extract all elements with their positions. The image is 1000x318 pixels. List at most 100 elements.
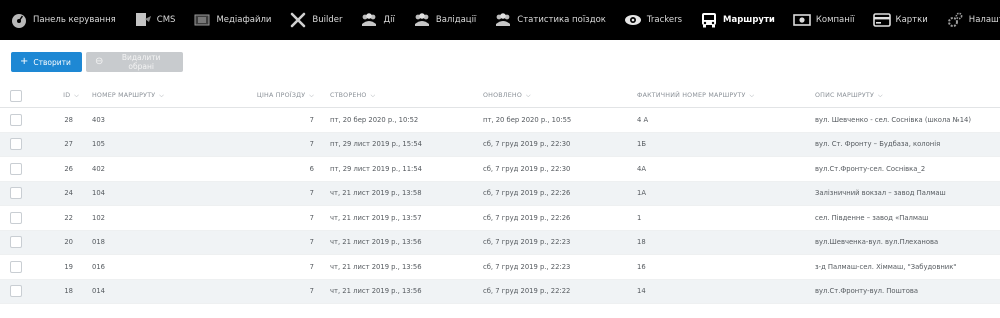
nav-item[interactable]: Маршрути xyxy=(690,0,783,40)
column-header-route-number[interactable]: НОМЕР МАРШРУТУ ⌵ xyxy=(92,84,164,107)
nav-item[interactable]: Валідації xyxy=(403,0,484,40)
top-navigation: Панель керування CMS Медіафайли Builder Дії В… xyxy=(0,0,1000,40)
cell-created: пт, 29 лист 2019 р., 15:54 xyxy=(330,140,422,149)
cell-id: 27 xyxy=(64,140,73,149)
cell-price: 7 xyxy=(309,213,314,222)
nav-item-label: Дії xyxy=(383,15,395,25)
nav-item-label: Компанії xyxy=(815,15,855,25)
column-header-updated[interactable]: ОНОВЛЕНО ⌵ xyxy=(483,84,531,107)
table-header: ID ⌵ НОМЕР МАРШРУТУ ⌵ ЦІНА ПРОЇЗДУ ⌵ СТВОРЕ… xyxy=(0,84,1000,108)
column-header-route-number-label: НОМЕР МАРШРУТУ xyxy=(92,92,156,99)
cell-updated: сб, 7 груд 2019 р., 22:26 xyxy=(483,213,571,222)
row-checkbox[interactable] xyxy=(10,138,22,151)
list-toolbar: + Створити ⊖ Видалити обрані xyxy=(11,52,183,72)
cell-updated: пт, 20 бер 2020 р., 10:55 xyxy=(483,115,572,124)
cell-id: 26 xyxy=(64,164,73,173)
cell-description: з-д Палмаш-сел. Хіммаш, "Забудовник" xyxy=(815,262,957,271)
nav-item-label: Медіафайли xyxy=(216,15,272,25)
nav-item[interactable]: Картки xyxy=(863,0,936,40)
nav-item[interactable]: Панель керування xyxy=(0,0,124,40)
nav-item[interactable]: Компанії xyxy=(783,0,863,40)
nav-item-label: Trackers xyxy=(646,15,683,25)
cell-updated: сб, 7 груд 2019 р., 22:30 xyxy=(483,164,571,173)
nav-item-label: Панель керування xyxy=(33,15,116,25)
select-all-checkbox[interactable] xyxy=(10,89,22,102)
delete-selected-label: Видалити обрані xyxy=(121,53,161,71)
cell-id: 19 xyxy=(64,262,73,271)
nav-item[interactable]: Builder xyxy=(279,0,350,40)
cell-route-number: 018 xyxy=(92,238,105,247)
table-row[interactable]: 26 402 6 пт, 29 лист 2019 р., 11:54 сб, 7 гр… xyxy=(0,157,1000,182)
cell-actual-number: 18 xyxy=(637,238,646,247)
cell-actual-number: 14 xyxy=(637,287,646,296)
cell-id: 20 xyxy=(64,238,73,247)
cell-description: сел. Південне – завод «Палмаш xyxy=(815,213,929,222)
cell-actual-number: 1Б xyxy=(637,140,646,149)
table-row[interactable]: 20 018 7 чт, 21 лист 2019 р., 13:56 сб, 7 гр… xyxy=(0,230,1000,255)
cell-price: 7 xyxy=(309,140,314,149)
routes-table: ID ⌵ НОМЕР МАРШРУТУ ⌵ ЦІНА ПРОЇЗДУ ⌵ СТВОРЕ… xyxy=(0,84,1000,304)
row-checkbox[interactable] xyxy=(10,113,22,126)
row-checkbox[interactable] xyxy=(10,236,22,249)
users-icon xyxy=(494,11,512,29)
eye-icon xyxy=(624,11,642,29)
nav-item[interactable]: Trackers xyxy=(614,0,690,40)
row-select-cell xyxy=(10,108,22,132)
row-checkbox[interactable] xyxy=(10,260,22,273)
table-body: 28 403 7 пт, 20 бер 2020 р., 10:52 пт, 20 бе… xyxy=(0,108,1000,304)
nav-item[interactable]: Медіафайли xyxy=(183,0,279,40)
nav-item[interactable]: Налаштування xyxy=(936,0,1000,40)
table-row[interactable]: 19 016 7 чт, 21 лист 2019 р., 13:56 сб, 7 гр… xyxy=(0,255,1000,280)
nav-item-label: Маршрути xyxy=(723,15,775,25)
table-row[interactable]: 22 102 7 чт, 21 лист 2019 р., 13:57 сб, 7 гр… xyxy=(0,206,1000,231)
cell-created: чт, 21 лист 2019 р., 13:56 xyxy=(330,238,422,247)
cell-price: 7 xyxy=(309,115,314,124)
users-icon xyxy=(413,11,431,29)
table-row[interactable]: 27 105 7 пт, 29 лист 2019 р., 15:54 сб, 7 гр… xyxy=(0,132,1000,157)
table-row[interactable]: 28 403 7 пт, 20 бер 2020 р., 10:52 пт, 20 бе… xyxy=(0,108,1000,133)
select-all-cell xyxy=(10,84,22,107)
cell-price: 7 xyxy=(309,189,314,198)
cell-description: Залізничний вокзал – завод Палмаш xyxy=(815,189,946,198)
plus-icon: + xyxy=(20,56,29,67)
column-header-actual-number-label: ФАКТИЧНИЙ НОМЕР МАРШРУТУ xyxy=(637,92,746,99)
nav-item-label: Статистика поїздок xyxy=(517,15,606,25)
cell-actual-number: 1А xyxy=(637,189,646,198)
table-row[interactable]: 24 104 7 чт, 21 лист 2019 р., 13:58 сб, 7 гр… xyxy=(0,181,1000,206)
nav-item[interactable]: Дії xyxy=(350,0,402,40)
cell-created: чт, 21 лист 2019 р., 13:56 xyxy=(330,262,422,271)
nav-item-label: Налаштування xyxy=(968,15,1000,25)
nav-item[interactable]: CMS xyxy=(124,0,184,40)
cell-actual-number: 4А xyxy=(637,164,646,173)
cell-created: чт, 21 лист 2019 р., 13:58 xyxy=(330,189,422,198)
row-checkbox[interactable] xyxy=(10,285,22,298)
cell-route-number: 403 xyxy=(92,115,105,124)
column-header-description[interactable]: ОПИС МАРШРУТУ ⌵ xyxy=(815,84,883,107)
column-header-actual-number[interactable]: ФАКТИЧНИЙ НОМЕР МАРШРУТУ ⌵ xyxy=(637,84,754,107)
media-icon xyxy=(193,11,211,29)
dashboard-icon xyxy=(10,11,28,29)
cell-id: 28 xyxy=(64,115,73,124)
cell-id: 18 xyxy=(64,287,73,296)
chevron-down-icon: ⌵ xyxy=(878,91,883,99)
row-checkbox[interactable] xyxy=(10,211,22,224)
column-header-created[interactable]: СТВОРЕНО ⌵ xyxy=(330,84,375,107)
cell-route-number: 104 xyxy=(92,189,105,198)
cell-price: 7 xyxy=(309,262,314,271)
cell-description: вул.Шевченка-вул. вул.Плеханова xyxy=(815,238,939,247)
create-button-label: Створити xyxy=(33,57,71,67)
cell-created: чт, 21 лист 2019 р., 13:57 xyxy=(330,213,422,222)
table-row[interactable]: 18 014 7 чт, 21 лист 2019 р., 13:56 сб, 7 гр… xyxy=(0,279,1000,304)
cell-description: вул. Шевченко - сел. Соснівка (школа №14… xyxy=(815,115,971,124)
row-checkbox[interactable] xyxy=(10,187,22,200)
column-header-id[interactable]: ID ⌵ xyxy=(40,84,79,107)
nav-item[interactable]: Статистика поїздок xyxy=(484,0,614,40)
column-header-price-label: ЦІНА ПРОЇЗДУ xyxy=(256,92,306,99)
row-checkbox[interactable] xyxy=(10,162,22,175)
cell-description: вул. Ст. Фронту – Будбаза, колонія xyxy=(815,140,941,149)
cell-updated: сб, 7 груд 2019 р., 22:26 xyxy=(483,189,571,198)
column-header-price[interactable]: ЦІНА ПРОЇЗДУ ⌵ xyxy=(210,84,314,107)
cell-route-number: 016 xyxy=(92,262,105,271)
create-button[interactable]: + Створити xyxy=(11,52,82,72)
delete-selected-button[interactable]: ⊖ Видалити обрані xyxy=(86,52,183,72)
